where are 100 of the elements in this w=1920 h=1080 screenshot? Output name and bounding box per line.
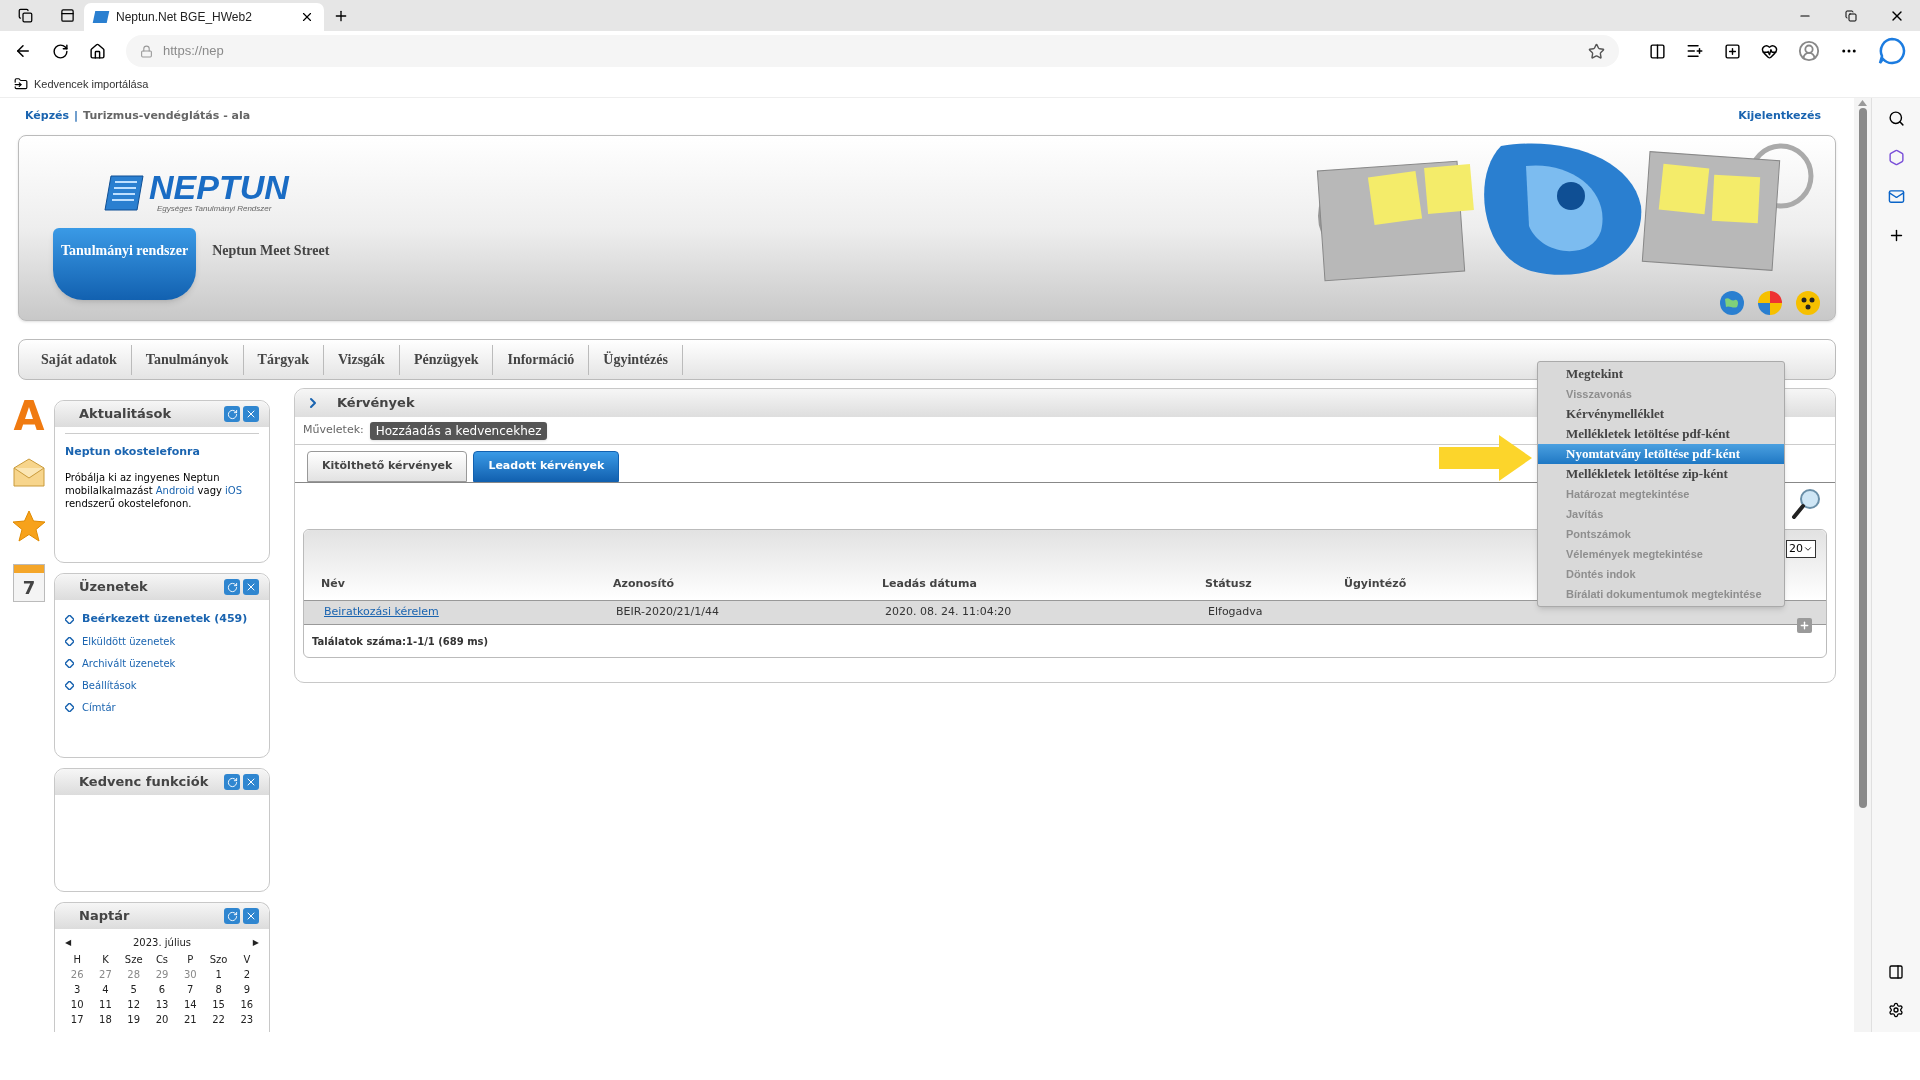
calendar-day[interactable]: 11	[91, 997, 120, 1012]
calendar-day[interactable]: 17	[63, 1012, 92, 1027]
text-link[interactable]: iOS	[225, 484, 243, 496]
calendar-day[interactable]: 10	[63, 997, 92, 1012]
calendar-day[interactable]: 2	[232, 967, 261, 982]
favorites-bar-item[interactable]: Kedvencek importálása	[12, 75, 151, 93]
calendar-day[interactable]: 3	[63, 982, 92, 997]
request-link[interactable]: Beiratkozási kérelem	[324, 604, 439, 621]
menu-item[interactable]: Pénzügyek	[399, 344, 494, 375]
calendar-day[interactable]: 12	[119, 997, 148, 1012]
settings-icon[interactable]	[1888, 1002, 1904, 1018]
menu-item[interactable]: Saját adatok	[27, 344, 132, 375]
message-link[interactable]: Beállítások	[82, 677, 137, 693]
message-link[interactable]: Archivált üzenetek	[82, 655, 176, 671]
logout-link[interactable]: Kijelentkezés	[1738, 108, 1821, 125]
calendar-day[interactable]: 20	[147, 1012, 177, 1027]
weekday-label: K	[101, 953, 110, 967]
next-month-arrow[interactable]: ▶	[252, 936, 259, 949]
close-icon[interactable]	[243, 406, 259, 422]
context-menu-item[interactable]: Nyomtatvány letöltése pdf-ként	[1538, 444, 1784, 464]
message-link[interactable]: Elküldött üzenetek	[82, 633, 176, 649]
logo-subtitle: Egységes Tanulmányi Rendszer	[157, 203, 273, 215]
bullet-icon	[65, 680, 74, 690]
calendar-day[interactable]: 26	[63, 967, 92, 982]
calendar-day[interactable]: 8	[204, 982, 233, 997]
calendar-day[interactable]: 16	[232, 997, 261, 1012]
breadcrumb-link[interactable]: Képzés	[25, 108, 70, 125]
profile-icon[interactable]	[1798, 40, 1820, 62]
context-menu-item[interactable]: Megtekint	[1538, 364, 1784, 384]
results-count: Találatok száma:1-1/1 (689 ms)	[312, 634, 489, 649]
bullet-icon	[65, 658, 74, 668]
calendar-day[interactable]: 7	[176, 982, 205, 997]
calendar-day[interactable]: 30	[176, 967, 205, 982]
calendar-day[interactable]: 1	[204, 967, 233, 982]
color-wheel-icon[interactable]	[1757, 290, 1783, 316]
calendar-day[interactable]: 14	[176, 997, 205, 1012]
calendar-day[interactable]: 23	[232, 1012, 261, 1027]
menu-item[interactable]: Vizsgák	[323, 344, 400, 375]
tab[interactable]: Kitölthető kérvények	[307, 451, 468, 482]
menu-item[interactable]: Tárgyak	[243, 344, 324, 375]
expand-row-button[interactable]	[1797, 618, 1812, 633]
scroll-up-arrow-icon[interactable]	[1858, 100, 1867, 106]
home-icon[interactable]	[89, 42, 106, 60]
mail-icon[interactable]	[1887, 188, 1905, 205]
calendar-day[interactable]: 22	[204, 1012, 233, 1027]
breadcrumb-link[interactable]: Turizmus-vendéglátás - ala	[83, 108, 251, 125]
calendar-day[interactable]: 21	[176, 1012, 205, 1027]
calendar-day[interactable]: 27	[91, 967, 120, 982]
calendar-day[interactable]: 6	[147, 982, 177, 997]
header-tab[interactable]: Tanulmányi rendszer	[53, 228, 197, 300]
menu-item[interactable]: Információ	[493, 344, 590, 375]
refresh-icon[interactable]	[224, 579, 240, 595]
refresh-icon[interactable]	[224, 406, 240, 422]
globe-icon[interactable]	[1719, 290, 1745, 316]
menu-item[interactable]: Tanulmányok	[131, 344, 244, 375]
header-tab[interactable]: Neptun Meet Street	[212, 228, 330, 261]
calendar-day[interactable]: 13	[147, 997, 177, 1012]
column-header: Név	[321, 575, 345, 592]
message-link[interactable]: Beérkezett üzenetek (459)	[82, 610, 248, 628]
add-to-favorites-button[interactable]: Hozzáadás a kedvencekhez	[369, 421, 548, 440]
scrollbar[interactable]	[1854, 98, 1871, 1032]
calendar-day[interactable]: 28	[119, 967, 148, 982]
browser-tab[interactable]: Neptun.Net BGE_HWeb2	[84, 3, 324, 31]
dots-icon[interactable]	[1795, 290, 1821, 316]
refresh-icon[interactable]	[224, 774, 240, 790]
sidebar-toggle-icon[interactable]	[1888, 964, 1904, 980]
calendar-day[interactable]: 9	[232, 982, 261, 997]
text-link[interactable]: Android	[155, 484, 195, 496]
calendar-day[interactable]: 5	[119, 982, 148, 997]
favorites-icon[interactable]	[1686, 42, 1704, 60]
reload-icon[interactable]	[52, 42, 69, 60]
calendar-day[interactable]: 4	[91, 982, 120, 997]
copilot-icon[interactable]	[1878, 37, 1906, 65]
context-menu-item[interactable]: Kérvénymelléklet	[1538, 404, 1784, 424]
page-size-select[interactable]: 20	[1786, 540, 1816, 558]
search-icon[interactable]	[1887, 110, 1905, 127]
context-menu-item[interactable]: Mellékletek letöltése zip-ként	[1538, 464, 1784, 484]
context-menu-item[interactable]: Mellékletek letöltése pdf-ként	[1538, 424, 1784, 444]
menu-item[interactable]: Ügyintézés	[589, 344, 683, 375]
close-icon[interactable]	[243, 908, 259, 924]
hexagon-icon[interactable]	[1887, 149, 1905, 166]
calendar-day[interactable]: 15	[204, 997, 233, 1012]
calendar-day[interactable]: 18	[91, 1012, 120, 1027]
refresh-icon[interactable]	[224, 908, 240, 924]
tab[interactable]: Leadott kérvények	[473, 451, 620, 482]
calendar-day[interactable]: 29	[147, 967, 177, 982]
calendar-day[interactable]: 19	[119, 1012, 148, 1027]
collections-icon[interactable]	[1724, 42, 1741, 60]
close-icon[interactable]	[243, 774, 259, 790]
table-cell: 2020. 08. 24. 11:04:20	[885, 604, 1012, 621]
close-icon[interactable]	[243, 579, 259, 595]
back-icon[interactable]	[14, 42, 32, 60]
browser-essentials-icon[interactable]	[1761, 42, 1778, 60]
message-link[interactable]: Címtár	[82, 699, 116, 715]
close-tab-icon[interactable]	[300, 10, 314, 24]
previous-month-arrow[interactable]: ◀	[65, 936, 72, 949]
split-screen-icon[interactable]	[1649, 42, 1666, 60]
favorite-star-icon[interactable]	[1588, 42, 1605, 60]
news-headline[interactable]: Neptun okostelefonra	[65, 444, 259, 461]
panel-title: Naptár	[79, 907, 131, 926]
